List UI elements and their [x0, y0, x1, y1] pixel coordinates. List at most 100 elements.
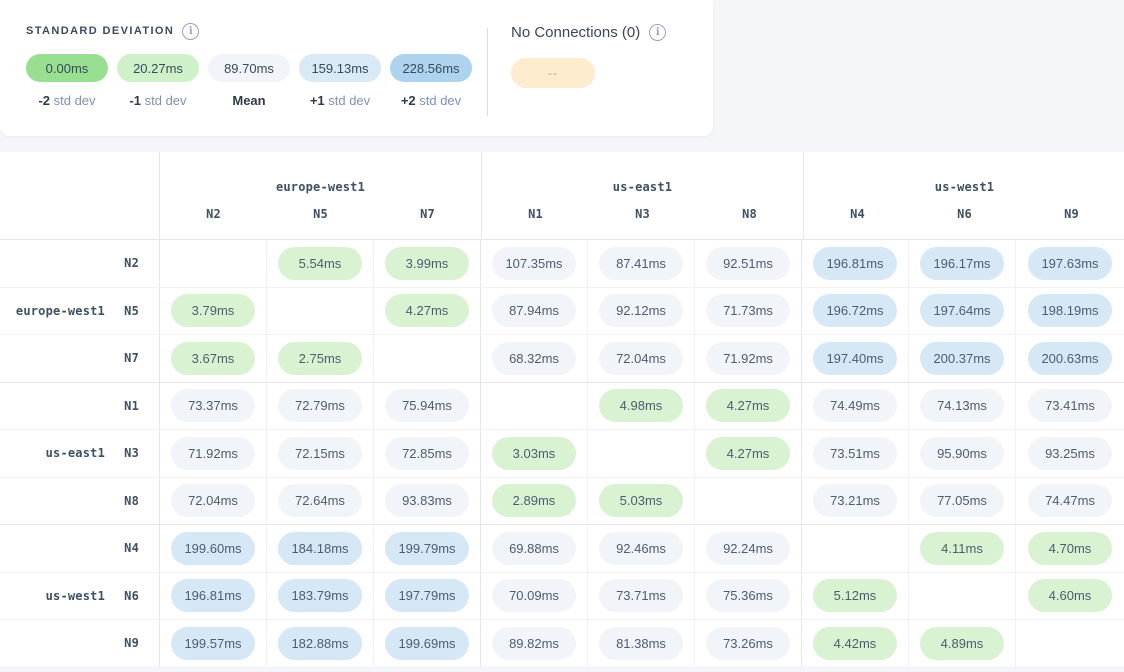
latency-cell[interactable]: 73.71ms	[588, 573, 695, 620]
latency-cell[interactable]: 197.40ms	[802, 335, 909, 382]
legend-stop-label: +2 std dev	[390, 93, 472, 108]
latency-cell[interactable]: 72.04ms	[588, 335, 695, 382]
latency-cell[interactable]: 199.57ms	[160, 620, 267, 667]
latency-cell[interactable]: 4.98ms	[588, 383, 695, 430]
latency-cell[interactable]	[267, 288, 374, 335]
latency-cell[interactable]: 72.04ms	[160, 478, 267, 525]
latency-cell[interactable]: 199.69ms	[374, 620, 481, 667]
latency-value-pill: 4.11ms	[920, 532, 1004, 565]
latency-cell[interactable]: 182.88ms	[267, 620, 374, 667]
legend-stop-label: -2 std dev	[26, 93, 108, 108]
latency-cell[interactable]: 196.72ms	[802, 288, 909, 335]
latency-cell[interactable]: 183.79ms	[267, 573, 374, 620]
legend-stop-pill: 20.27ms	[117, 54, 199, 82]
info-icon[interactable]	[182, 23, 199, 40]
latency-value-pill: 71.92ms	[171, 437, 255, 470]
latency-value-pill: 4.70ms	[1028, 532, 1112, 565]
latency-cell[interactable]: 92.51ms	[695, 240, 802, 287]
latency-cell[interactable]: 196.81ms	[160, 573, 267, 620]
latency-cell[interactable]: 199.60ms	[160, 525, 267, 572]
latency-cell[interactable]: 3.99ms	[374, 240, 481, 287]
info-icon[interactable]	[649, 24, 666, 41]
latency-value-pill: 196.72ms	[813, 294, 897, 327]
latency-cell[interactable]: 196.17ms	[909, 240, 1016, 287]
latency-cell[interactable]: 92.12ms	[588, 288, 695, 335]
latency-cell[interactable]: 3.67ms	[160, 335, 267, 382]
legend-stop-label: Mean	[208, 93, 290, 108]
node-row-label: N6	[119, 589, 139, 603]
latency-cell[interactable]: 196.81ms	[802, 240, 909, 287]
latency-cell[interactable]: 200.37ms	[909, 335, 1016, 382]
latency-cell[interactable]: 5.54ms	[267, 240, 374, 287]
latency-cell[interactable]: 5.12ms	[802, 573, 909, 620]
latency-cell[interactable]: 87.41ms	[588, 240, 695, 287]
latency-cell[interactable]: 75.36ms	[695, 573, 802, 620]
latency-cell[interactable]	[374, 335, 481, 382]
latency-value-pill: 197.64ms	[920, 294, 1004, 327]
latency-cell[interactable]: 73.41ms	[1016, 383, 1124, 430]
latency-cell[interactable]: 4.27ms	[695, 383, 802, 430]
latency-cell[interactable]: 197.79ms	[374, 573, 481, 620]
latency-cell[interactable]: 4.27ms	[695, 430, 802, 477]
latency-cell[interactable]: 92.46ms	[588, 525, 695, 572]
latency-cell[interactable]: 107.35ms	[481, 240, 588, 287]
latency-cell[interactable]: 2.89ms	[481, 478, 588, 525]
latency-cell[interactable]: 71.92ms	[160, 430, 267, 477]
latency-cell[interactable]	[160, 240, 267, 287]
latency-cell[interactable]: 89.82ms	[481, 620, 588, 667]
latency-cell[interactable]	[909, 573, 1016, 620]
latency-cell[interactable]: 197.64ms	[909, 288, 1016, 335]
latency-cell[interactable]: 72.85ms	[374, 430, 481, 477]
latency-cell[interactable]: 71.73ms	[695, 288, 802, 335]
latency-cell[interactable]: 200.63ms	[1016, 335, 1124, 382]
latency-cell[interactable]: 93.83ms	[374, 478, 481, 525]
latency-cell[interactable]: 4.11ms	[909, 525, 1016, 572]
node-row-label: N4	[119, 541, 139, 555]
latency-cell[interactable]: 92.24ms	[695, 525, 802, 572]
latency-cell[interactable]: 72.15ms	[267, 430, 374, 477]
latency-cell[interactable]: 72.79ms	[267, 383, 374, 430]
latency-cell[interactable]	[695, 478, 802, 525]
latency-cell[interactable]: 93.25ms	[1016, 430, 1124, 477]
table-row: europe-west1 N5 3.79ms4.27ms87.94ms92.12…	[0, 288, 1124, 336]
latency-cell[interactable]	[588, 430, 695, 477]
legend-stop-pill: 228.56ms	[390, 54, 472, 82]
latency-cell[interactable]	[481, 383, 588, 430]
latency-cell[interactable]: 77.05ms	[909, 478, 1016, 525]
latency-cell[interactable]: 199.79ms	[374, 525, 481, 572]
latency-cell[interactable]: 74.47ms	[1016, 478, 1124, 525]
latency-cell[interactable]: 74.13ms	[909, 383, 1016, 430]
latency-cell[interactable]: 72.64ms	[267, 478, 374, 525]
latency-cell[interactable]: 184.18ms	[267, 525, 374, 572]
latency-value-pill: 199.79ms	[385, 532, 469, 565]
latency-cell[interactable]	[1016, 620, 1124, 667]
latency-cell[interactable]: 75.94ms	[374, 383, 481, 430]
latency-cell[interactable]: 68.32ms	[481, 335, 588, 382]
latency-cell[interactable]: 3.03ms	[481, 430, 588, 477]
latency-cell[interactable]	[802, 525, 909, 572]
latency-cell[interactable]: 73.26ms	[695, 620, 802, 667]
latency-cell[interactable]: 73.37ms	[160, 383, 267, 430]
latency-cell[interactable]: 81.38ms	[588, 620, 695, 667]
latency-cell[interactable]: 4.60ms	[1016, 573, 1124, 620]
latency-cell[interactable]: 5.03ms	[588, 478, 695, 525]
latency-cell[interactable]: 71.92ms	[695, 335, 802, 382]
latency-cell[interactable]: 95.90ms	[909, 430, 1016, 477]
latency-cell[interactable]: 4.27ms	[374, 288, 481, 335]
latency-cell[interactable]: 73.51ms	[802, 430, 909, 477]
node-column-label: N8	[696, 207, 803, 239]
latency-cell[interactable]: 197.63ms	[1016, 240, 1124, 287]
latency-cell[interactable]: 74.49ms	[802, 383, 909, 430]
latency-cell[interactable]: 198.19ms	[1016, 288, 1124, 335]
latency-value-pill: 3.03ms	[492, 437, 576, 470]
latency-cell[interactable]: 70.09ms	[481, 573, 588, 620]
latency-cell[interactable]: 3.79ms	[160, 288, 267, 335]
latency-cell[interactable]: 73.21ms	[802, 478, 909, 525]
latency-cell[interactable]: 4.89ms	[909, 620, 1016, 667]
latency-cell[interactable]: 87.94ms	[481, 288, 588, 335]
latency-cell[interactable]: 69.88ms	[481, 525, 588, 572]
latency-cell[interactable]: 4.42ms	[802, 620, 909, 667]
latency-cell[interactable]: 4.70ms	[1016, 525, 1124, 572]
latency-cell[interactable]: 2.75ms	[267, 335, 374, 382]
legend-stop-pill: 89.70ms	[208, 54, 290, 82]
